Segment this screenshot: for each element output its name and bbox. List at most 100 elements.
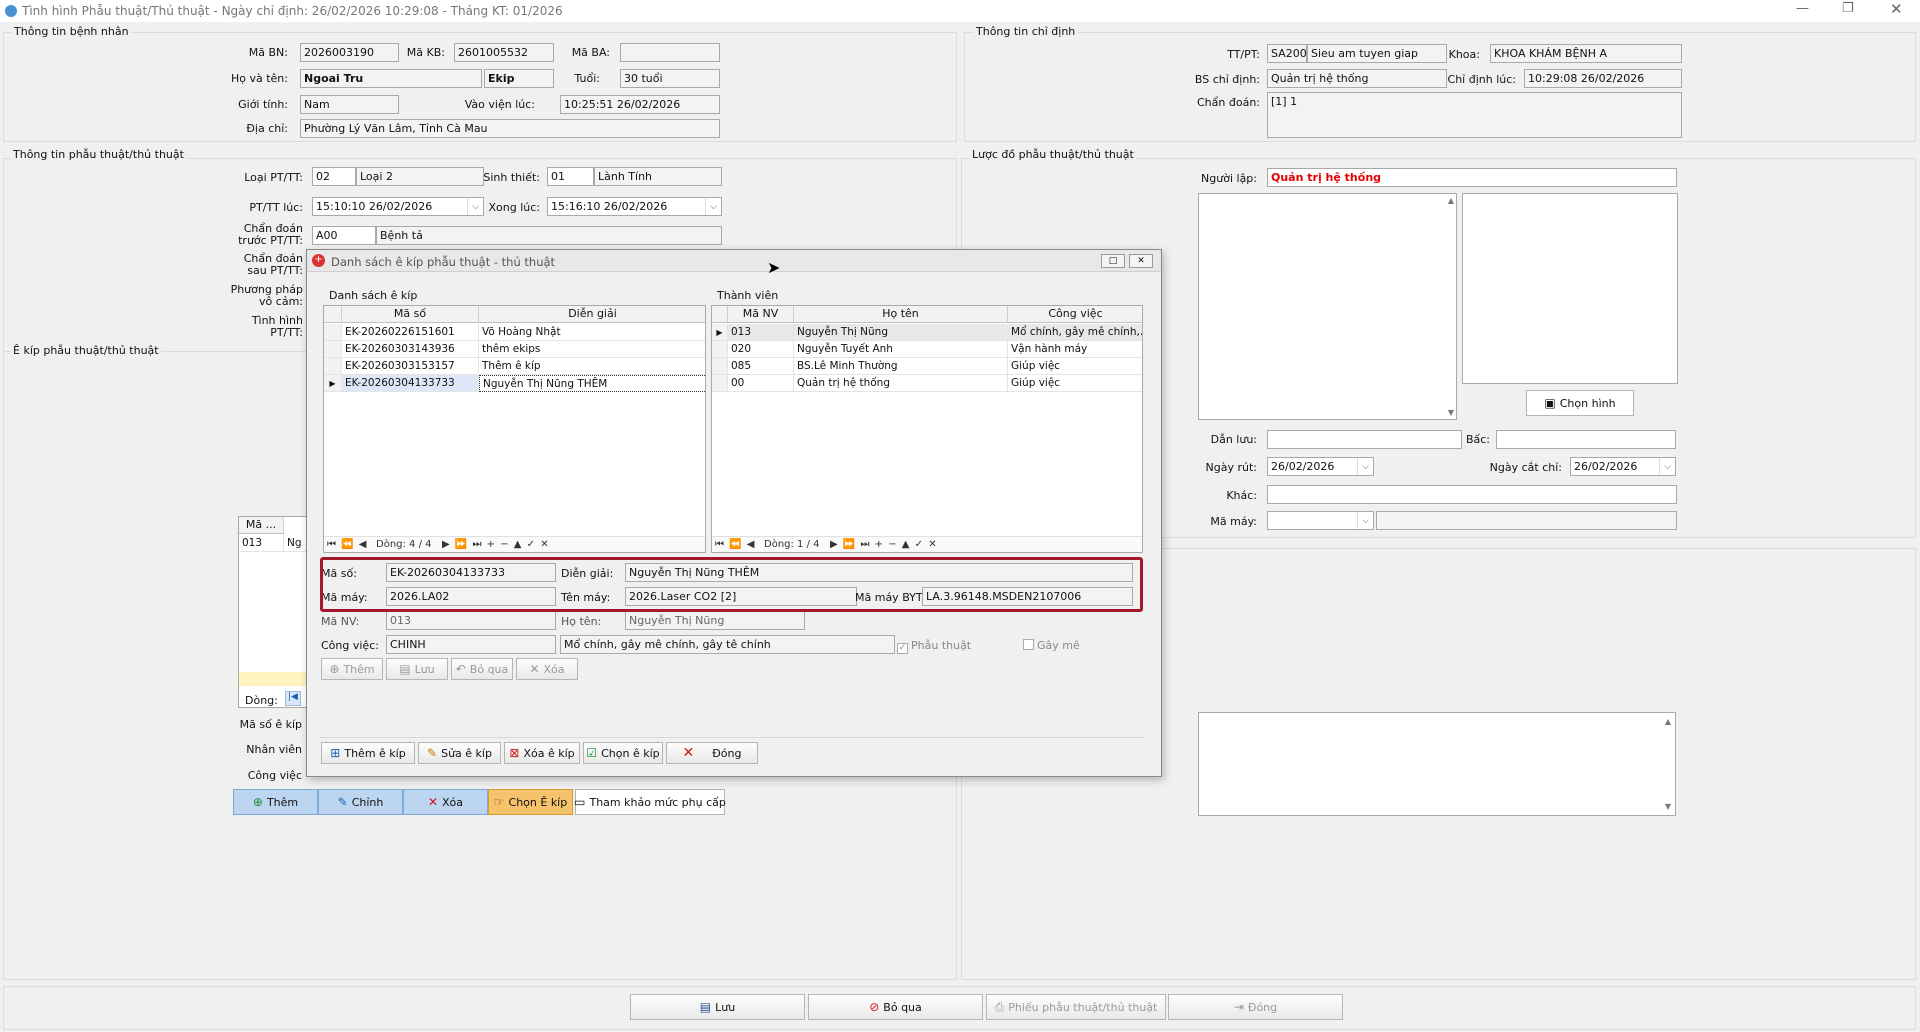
member-row-1-cv[interactable]: Mổ chính, gây mê chính,... xyxy=(1008,324,1142,341)
diagram-notes-area[interactable]: ▲ ▼ xyxy=(1198,193,1457,420)
ma-ba-field[interactable] xyxy=(620,43,720,62)
sua-ekip-button[interactable]: ✎ Sửa ê kíp xyxy=(418,742,501,764)
member-row-4-ten[interactable]: Quản trị hệ thống xyxy=(794,375,1008,392)
ekip-row-1-dg[interactable]: Võ Hoàng Nhật xyxy=(479,324,705,341)
scroll-down-icon[interactable]: ▼ xyxy=(1448,408,1454,417)
ho-ten-field[interactable]: Ngoai Tru xyxy=(300,69,482,88)
dialog-cong-viec-desc-field[interactable]: Mổ chính, gây mê chính, gây tê chính xyxy=(560,635,895,654)
ma-may-select[interactable]: ⌵ xyxy=(1267,511,1374,530)
sinh-thiet-code-field[interactable]: 01 xyxy=(547,167,594,186)
ma-kb-field[interactable]: 2601005532 xyxy=(454,43,554,62)
xong-luc-picker[interactable]: 15:16:10 26/02/2026 ⌵ xyxy=(547,197,722,216)
ekip-chon-button[interactable]: ☞ Chọn Ê kíp xyxy=(488,789,573,815)
close-form-button[interactable]: ⇥ Đóng xyxy=(1168,994,1343,1020)
dan-luu-field[interactable] xyxy=(1267,430,1462,449)
ma-bn-field[interactable]: 2026003190 xyxy=(300,43,399,62)
dialog-them-button[interactable]: ⊕ Thêm xyxy=(321,658,383,680)
member-row-3-cv[interactable]: Giúp việc xyxy=(1008,358,1142,375)
ekip-list-col-ma-so[interactable]: Mã số xyxy=(342,306,479,323)
cd-truoc-name-field[interactable]: Bệnh tả xyxy=(376,226,722,245)
ttpt-name-field[interactable]: Sieu am tuyen giap xyxy=(1307,44,1447,63)
dong-dialog-button[interactable]: ✕ Đóng xyxy=(666,742,758,764)
member-table[interactable]: Mã NV Họ tên Công việc ▶ 013 Nguyễn Thị … xyxy=(711,305,1143,553)
dialog-bo-qua-button[interactable]: ↶ Bỏ qua xyxy=(451,658,513,680)
member-row-4-ma[interactable]: 00 xyxy=(728,375,794,392)
ma-may-name-field[interactable] xyxy=(1376,511,1677,530)
dialog-cong-viec-field[interactable]: CHINH xyxy=(386,635,556,654)
pttt-luc-picker[interactable]: 15:10:10 26/02/2026 ⌵ xyxy=(312,197,484,216)
ekip-mini-table[interactable]: Mã ... 013 Ng xyxy=(238,516,308,708)
first-record-icon[interactable]: |◀ xyxy=(285,691,301,706)
scroll-down-icon[interactable]: ▼ xyxy=(1665,802,1671,811)
member-row-3-ten[interactable]: BS.Lê Minh Thường xyxy=(794,358,1008,375)
ekip-col-ma[interactable]: Mã ... xyxy=(239,517,284,534)
member-row-2-cv[interactable]: Vận hành máy xyxy=(1008,341,1142,358)
dialog-xoa-button[interactable]: ✕ Xóa xyxy=(516,658,578,680)
minimize-icon[interactable]: — xyxy=(1796,1,1809,16)
tham-khao-button[interactable]: ▭ Tham khảo mức phụ cấp xyxy=(574,789,726,815)
scroll-up-icon[interactable]: ▲ xyxy=(1665,717,1671,726)
member-row-4-cv[interactable]: Giúp việc xyxy=(1008,375,1142,392)
phieu-button[interactable]: ⎙ Phiếu phẫu thuật/thủ thuật xyxy=(986,994,1166,1020)
sinh-thiet-name-field[interactable]: Lành Tính xyxy=(594,167,722,186)
save-button[interactable]: ▤ Lưu xyxy=(630,994,805,1020)
member-col-cong-viec[interactable]: Công việc xyxy=(1008,306,1142,323)
vao-vien-field[interactable]: 10:25:51 26/02/2026 xyxy=(560,95,720,114)
scroll-up-icon[interactable]: ▲ xyxy=(1448,196,1454,205)
ekip-them-button[interactable]: ⊕ Thêm xyxy=(233,789,318,815)
khac-field[interactable] xyxy=(1267,485,1677,504)
xoa-ekip-button[interactable]: ⊠ Xóa ê kíp xyxy=(504,742,580,764)
lower-notes-area[interactable]: ▲ ▼ xyxy=(1198,712,1676,816)
chon-ekip-button[interactable]: ☑ Chọn ê kíp xyxy=(583,742,663,764)
dialog-maximize-icon[interactable]: □ xyxy=(1101,254,1125,268)
ekip-row-ma[interactable]: 013 xyxy=(239,535,284,552)
chan-doan-field[interactable]: [1] 1 xyxy=(1267,92,1682,138)
ekip-list-col-dien-giai[interactable]: Diễn giải xyxy=(479,306,705,323)
ekip-row-3-dg[interactable]: Thêm ê kíp xyxy=(479,358,705,375)
gioi-tinh-field[interactable]: Nam xyxy=(300,95,399,114)
ekip-row-name[interactable]: Ng xyxy=(284,535,307,552)
them-ekip-button[interactable]: ⊞ Thêm ê kíp xyxy=(321,742,415,764)
nguoi-lap-field[interactable]: Quản trị hệ thống xyxy=(1267,168,1677,187)
member-row-1-ten[interactable]: Nguyễn Thị Nũng xyxy=(794,324,1008,341)
ekip-row-2-dg[interactable]: thêm ekips xyxy=(479,341,705,358)
ekip-row-2-ma[interactable]: EK-20260303143936 xyxy=(342,341,479,358)
chevron-down-icon[interactable]: ⌵ xyxy=(705,198,721,215)
ekip-xoa-button[interactable]: ✕ Xóa xyxy=(403,789,488,815)
gay-me-checkbox[interactable]: Gây mê xyxy=(1023,639,1080,652)
chon-hinh-button[interactable]: ▣ Chọn hình xyxy=(1526,390,1634,416)
ekip-field[interactable]: Ekip xyxy=(484,69,554,88)
loai-code-field[interactable]: 02 xyxy=(312,167,356,186)
skip-button[interactable]: ⊘ Bỏ qua xyxy=(808,994,983,1020)
member-row-2-ten[interactable]: Nguyễn Tuyết Anh xyxy=(794,341,1008,358)
member-row-2-ma[interactable]: 020 xyxy=(728,341,794,358)
dialog-close-icon[interactable]: ✕ xyxy=(1129,254,1153,268)
ekip-row-4-dg[interactable]: Nguyễn Thị Nũng THÊM xyxy=(479,375,705,392)
ekip-list-table[interactable]: Mã số Diễn giải EK-20260226151601 Võ Hoà… xyxy=(323,305,706,553)
chevron-down-icon[interactable]: ⌵ xyxy=(1357,512,1373,529)
bs-chi-dinh-field[interactable]: Quản trị hệ thống xyxy=(1267,69,1447,88)
tuoi-field[interactable]: 30 tuổi xyxy=(620,69,720,88)
ttpt-code-field[interactable]: SA200 xyxy=(1267,44,1307,63)
ngay-cat-chi-picker[interactable]: 26/02/2026 ⌵ xyxy=(1570,457,1676,476)
right-nav-first-icons[interactable]: ⏮ ⏪ ◀ xyxy=(715,539,756,550)
left-nav-first-icons[interactable]: ⏮ ⏪ ◀ xyxy=(327,539,368,550)
member-row-3-ma[interactable]: 085 xyxy=(728,358,794,375)
khoa-field[interactable]: KHOA KHÁM BỆNH A xyxy=(1490,44,1682,63)
ekip-row-3-ma[interactable]: EK-20260303153157 xyxy=(342,358,479,375)
ekip-chinh-button[interactable]: ✎ Chỉnh xyxy=(318,789,403,815)
left-nav-tools-icons[interactable]: ▶ ⏩ ⏭ + − ▲ ✓ ✕ xyxy=(442,539,550,550)
dialog-luu-button[interactable]: ▤ Lưu xyxy=(386,658,448,680)
ekip-row-4-ma[interactable]: EK-20260304133733 xyxy=(342,375,479,392)
bac-field[interactable] xyxy=(1496,430,1676,449)
ngay-rut-picker[interactable]: 26/02/2026 ⌵ xyxy=(1267,457,1374,476)
ekip-row-1-ma[interactable]: EK-20260226151601 xyxy=(342,324,479,341)
right-nav-tools-icons[interactable]: ▶ ⏩ ⏭ + − ▲ ✓ ✕ xyxy=(830,539,938,550)
chi-dinh-luc-field[interactable]: 10:29:08 26/02/2026 xyxy=(1524,69,1682,88)
restore-icon[interactable]: ❐ xyxy=(1842,1,1854,16)
dialog-ho-ten-field[interactable]: Nguyễn Thị Nũng xyxy=(625,611,805,630)
dialog-ma-nv-field[interactable]: 013 xyxy=(386,611,556,630)
member-row-1-ma[interactable]: 013 xyxy=(728,324,794,341)
cd-truoc-code-field[interactable]: A00 xyxy=(312,226,376,245)
chevron-down-icon[interactable]: ⌵ xyxy=(1659,458,1675,475)
